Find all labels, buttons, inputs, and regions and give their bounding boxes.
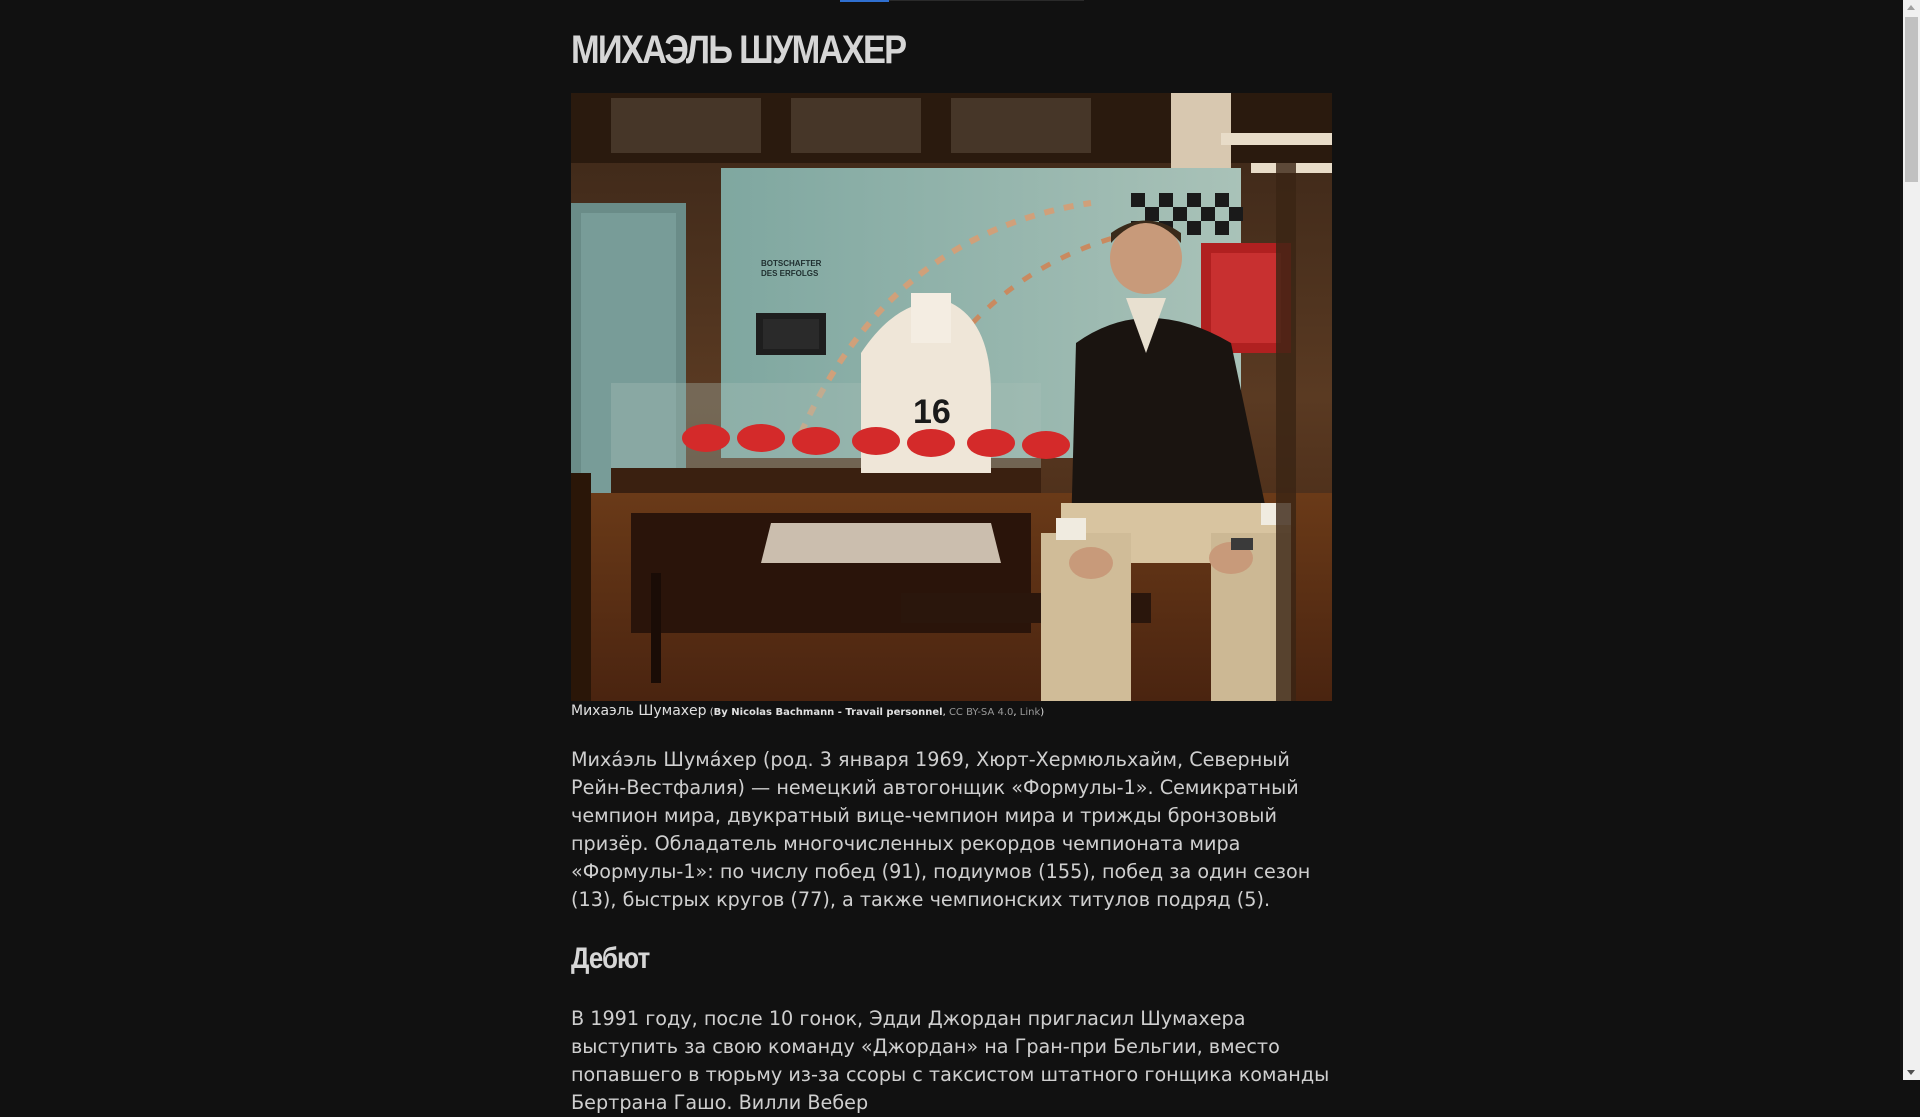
page-title: МИХАЭЛЬ ШУМАХЕР xyxy=(571,28,907,72)
photo-caption: Михаэль Шумахер (By Nicolas Bachmann - T… xyxy=(571,703,1333,719)
intro-paragraph: Миха́эль Шума́хер (род. 3 января 1969, Х… xyxy=(571,748,1311,911)
section-heading-debut: Дебют xyxy=(571,942,650,975)
vertical-scrollbar[interactable] xyxy=(1903,0,1920,1080)
car-number: 16 xyxy=(913,393,951,431)
section-paragraph-debut: В 1991 году, после 10 гонок, Эдди Джорда… xyxy=(571,1007,1330,1114)
article-photo: BOTSCHAFTER DES ERFOLGS 16 xyxy=(571,93,1332,701)
scroll-down-arrow-icon[interactable] xyxy=(1907,1070,1915,1075)
wall-sign-line-1: BOTSCHAFTER xyxy=(761,259,822,268)
caption-name: Михаэль Шумахер xyxy=(571,703,707,719)
caption-close-paren: ) xyxy=(1040,707,1045,718)
scrollbar-thumb[interactable] xyxy=(1905,17,1918,182)
caption-license-link[interactable]: CC BY-SA 4.0 xyxy=(949,707,1013,718)
caption-open-paren: ( xyxy=(706,707,714,718)
top-progress-indicator xyxy=(840,0,1084,2)
scroll-up-arrow-icon[interactable] xyxy=(1907,5,1915,10)
top-progress-active xyxy=(840,0,889,2)
wall-sign-line-2: DES ERFOLGS xyxy=(761,269,819,278)
caption-credit: (By Nicolas Bachmann - Travail personnel… xyxy=(706,707,1045,718)
caption-author: By Nicolas Bachmann - Travail personnel xyxy=(713,707,943,718)
caption-source-link[interactable]: Link xyxy=(1020,707,1040,718)
